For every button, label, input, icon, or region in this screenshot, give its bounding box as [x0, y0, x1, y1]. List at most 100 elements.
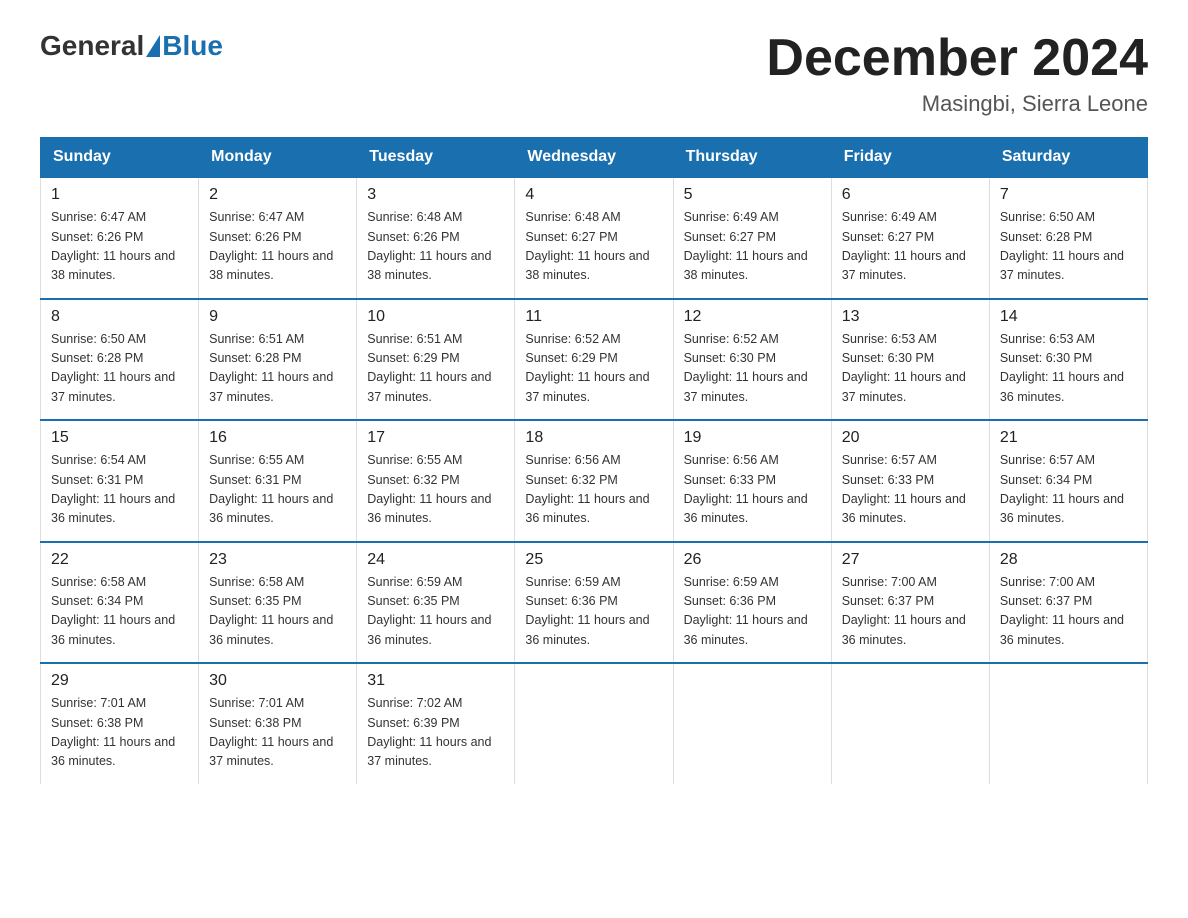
- week-row-3: 15 Sunrise: 6:54 AMSunset: 6:31 PMDaylig…: [41, 420, 1148, 542]
- calendar-cell: 17 Sunrise: 6:55 AMSunset: 6:32 PMDaylig…: [357, 420, 515, 542]
- day-number: 29: [51, 672, 188, 690]
- header-wednesday: Wednesday: [515, 138, 673, 178]
- calendar-cell: 4 Sunrise: 6:48 AMSunset: 6:27 PMDayligh…: [515, 177, 673, 299]
- calendar-cell: 9 Sunrise: 6:51 AMSunset: 6:28 PMDayligh…: [199, 299, 357, 421]
- day-info: Sunrise: 6:59 AMSunset: 6:35 PMDaylight:…: [367, 575, 491, 647]
- header-saturday: Saturday: [989, 138, 1147, 178]
- calendar-cell: 25 Sunrise: 6:59 AMSunset: 6:36 PMDaylig…: [515, 542, 673, 664]
- calendar-cell: 27 Sunrise: 7:00 AMSunset: 6:37 PMDaylig…: [831, 542, 989, 664]
- calendar-cell: 28 Sunrise: 7:00 AMSunset: 6:37 PMDaylig…: [989, 542, 1147, 664]
- day-number: 4: [525, 186, 662, 204]
- day-number: 30: [209, 672, 346, 690]
- day-info: Sunrise: 7:01 AMSunset: 6:38 PMDaylight:…: [51, 696, 175, 768]
- day-number: 21: [1000, 429, 1137, 447]
- day-info: Sunrise: 6:48 AMSunset: 6:26 PMDaylight:…: [367, 210, 491, 282]
- calendar-cell: 29 Sunrise: 7:01 AMSunset: 6:38 PMDaylig…: [41, 663, 199, 784]
- day-info: Sunrise: 6:56 AMSunset: 6:32 PMDaylight:…: [525, 453, 649, 525]
- day-info: Sunrise: 6:59 AMSunset: 6:36 PMDaylight:…: [684, 575, 808, 647]
- day-info: Sunrise: 6:55 AMSunset: 6:31 PMDaylight:…: [209, 453, 333, 525]
- calendar-cell: 15 Sunrise: 6:54 AMSunset: 6:31 PMDaylig…: [41, 420, 199, 542]
- calendar-cell: 22 Sunrise: 6:58 AMSunset: 6:34 PMDaylig…: [41, 542, 199, 664]
- week-row-4: 22 Sunrise: 6:58 AMSunset: 6:34 PMDaylig…: [41, 542, 1148, 664]
- day-number: 7: [1000, 186, 1137, 204]
- day-info: Sunrise: 6:51 AMSunset: 6:28 PMDaylight:…: [209, 332, 333, 404]
- day-info: Sunrise: 6:49 AMSunset: 6:27 PMDaylight:…: [842, 210, 966, 282]
- day-number: 14: [1000, 308, 1137, 326]
- day-number: 23: [209, 551, 346, 569]
- day-number: 12: [684, 308, 821, 326]
- day-info: Sunrise: 6:55 AMSunset: 6:32 PMDaylight:…: [367, 453, 491, 525]
- calendar-cell: 12 Sunrise: 6:52 AMSunset: 6:30 PMDaylig…: [673, 299, 831, 421]
- day-number: 17: [367, 429, 504, 447]
- calendar-cell: 31 Sunrise: 7:02 AMSunset: 6:39 PMDaylig…: [357, 663, 515, 784]
- calendar-cell: 18 Sunrise: 6:56 AMSunset: 6:32 PMDaylig…: [515, 420, 673, 542]
- calendar-cell: 21 Sunrise: 6:57 AMSunset: 6:34 PMDaylig…: [989, 420, 1147, 542]
- day-number: 26: [684, 551, 821, 569]
- day-number: 5: [684, 186, 821, 204]
- day-info: Sunrise: 7:00 AMSunset: 6:37 PMDaylight:…: [1000, 575, 1124, 647]
- calendar-cell: [673, 663, 831, 784]
- logo-triangle-icon: [146, 35, 160, 57]
- day-info: Sunrise: 6:53 AMSunset: 6:30 PMDaylight:…: [842, 332, 966, 404]
- month-title: December 2024: [766, 30, 1148, 87]
- day-info: Sunrise: 6:51 AMSunset: 6:29 PMDaylight:…: [367, 332, 491, 404]
- day-info: Sunrise: 6:57 AMSunset: 6:34 PMDaylight:…: [1000, 453, 1124, 525]
- header-tuesday: Tuesday: [357, 138, 515, 178]
- day-number: 27: [842, 551, 979, 569]
- header-sunday: Sunday: [41, 138, 199, 178]
- header-monday: Monday: [199, 138, 357, 178]
- day-number: 10: [367, 308, 504, 326]
- logo-blue-text: Blue: [162, 30, 223, 62]
- day-number: 1: [51, 186, 188, 204]
- day-info: Sunrise: 6:47 AMSunset: 6:26 PMDaylight:…: [209, 210, 333, 282]
- calendar-cell: 26 Sunrise: 6:59 AMSunset: 6:36 PMDaylig…: [673, 542, 831, 664]
- day-info: Sunrise: 6:47 AMSunset: 6:26 PMDaylight:…: [51, 210, 175, 282]
- header-friday: Friday: [831, 138, 989, 178]
- day-number: 8: [51, 308, 188, 326]
- calendar-cell: 1 Sunrise: 6:47 AMSunset: 6:26 PMDayligh…: [41, 177, 199, 299]
- day-number: 6: [842, 186, 979, 204]
- calendar-table: Sunday Monday Tuesday Wednesday Thursday…: [40, 137, 1148, 784]
- day-info: Sunrise: 6:53 AMSunset: 6:30 PMDaylight:…: [1000, 332, 1124, 404]
- calendar-cell: 6 Sunrise: 6:49 AMSunset: 6:27 PMDayligh…: [831, 177, 989, 299]
- calendar-cell: 8 Sunrise: 6:50 AMSunset: 6:28 PMDayligh…: [41, 299, 199, 421]
- title-section: December 2024 Masingbi, Sierra Leone: [766, 30, 1148, 117]
- calendar-cell: 2 Sunrise: 6:47 AMSunset: 6:26 PMDayligh…: [199, 177, 357, 299]
- calendar-cell: [989, 663, 1147, 784]
- calendar-cell: 11 Sunrise: 6:52 AMSunset: 6:29 PMDaylig…: [515, 299, 673, 421]
- day-info: Sunrise: 6:52 AMSunset: 6:30 PMDaylight:…: [684, 332, 808, 404]
- calendar-cell: [831, 663, 989, 784]
- day-info: Sunrise: 6:48 AMSunset: 6:27 PMDaylight:…: [525, 210, 649, 282]
- day-info: Sunrise: 6:57 AMSunset: 6:33 PMDaylight:…: [842, 453, 966, 525]
- calendar-cell: [515, 663, 673, 784]
- day-info: Sunrise: 6:58 AMSunset: 6:35 PMDaylight:…: [209, 575, 333, 647]
- day-number: 20: [842, 429, 979, 447]
- day-info: Sunrise: 6:50 AMSunset: 6:28 PMDaylight:…: [51, 332, 175, 404]
- calendar-cell: 24 Sunrise: 6:59 AMSunset: 6:35 PMDaylig…: [357, 542, 515, 664]
- day-number: 15: [51, 429, 188, 447]
- day-number: 2: [209, 186, 346, 204]
- day-number: 31: [367, 672, 504, 690]
- calendar-cell: 30 Sunrise: 7:01 AMSunset: 6:38 PMDaylig…: [199, 663, 357, 784]
- day-info: Sunrise: 6:50 AMSunset: 6:28 PMDaylight:…: [1000, 210, 1124, 282]
- header-thursday: Thursday: [673, 138, 831, 178]
- day-number: 25: [525, 551, 662, 569]
- location-text: Masingbi, Sierra Leone: [766, 91, 1148, 117]
- week-row-2: 8 Sunrise: 6:50 AMSunset: 6:28 PMDayligh…: [41, 299, 1148, 421]
- week-row-1: 1 Sunrise: 6:47 AMSunset: 6:26 PMDayligh…: [41, 177, 1148, 299]
- calendar-cell: 10 Sunrise: 6:51 AMSunset: 6:29 PMDaylig…: [357, 299, 515, 421]
- calendar-cell: 3 Sunrise: 6:48 AMSunset: 6:26 PMDayligh…: [357, 177, 515, 299]
- day-number: 9: [209, 308, 346, 326]
- day-number: 3: [367, 186, 504, 204]
- day-info: Sunrise: 6:52 AMSunset: 6:29 PMDaylight:…: [525, 332, 649, 404]
- day-number: 18: [525, 429, 662, 447]
- logo-general-text: General: [40, 30, 144, 62]
- day-number: 11: [525, 308, 662, 326]
- day-info: Sunrise: 6:54 AMSunset: 6:31 PMDaylight:…: [51, 453, 175, 525]
- calendar-cell: 20 Sunrise: 6:57 AMSunset: 6:33 PMDaylig…: [831, 420, 989, 542]
- day-number: 19: [684, 429, 821, 447]
- day-info: Sunrise: 7:00 AMSunset: 6:37 PMDaylight:…: [842, 575, 966, 647]
- calendar-cell: 5 Sunrise: 6:49 AMSunset: 6:27 PMDayligh…: [673, 177, 831, 299]
- logo-blue-part: Blue: [144, 30, 223, 62]
- logo: General Blue: [40, 30, 223, 62]
